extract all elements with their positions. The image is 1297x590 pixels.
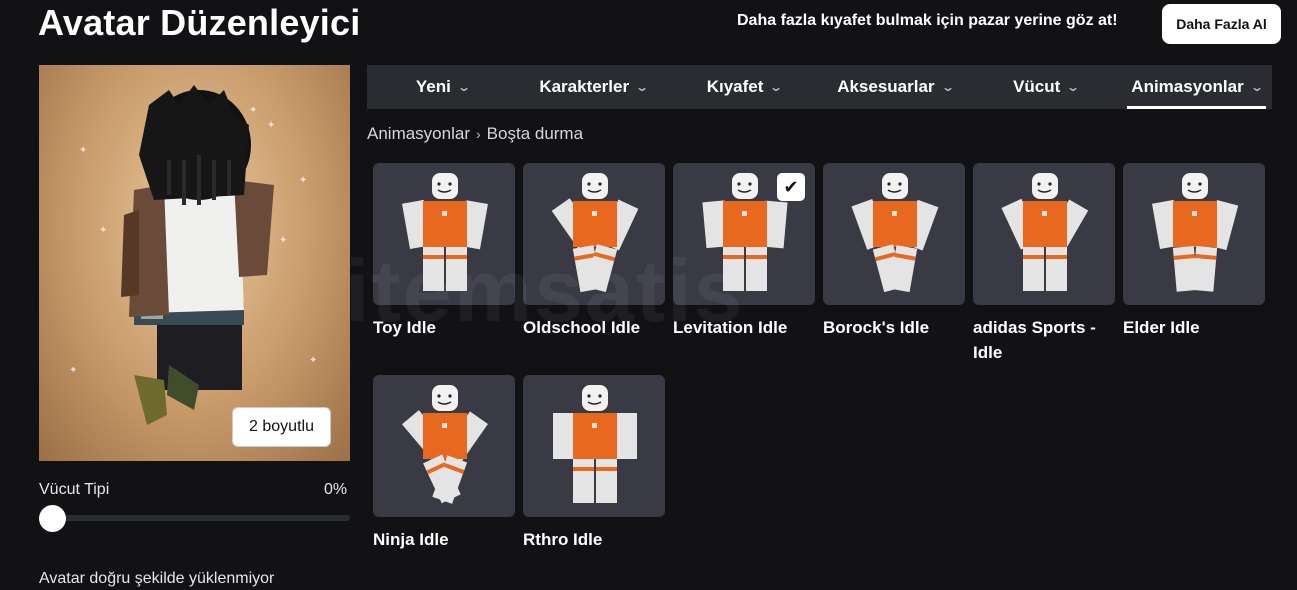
animation-item[interactable]: ✔ Levitation Idle xyxy=(673,163,815,340)
animation-item[interactable]: Ninja Idle xyxy=(373,375,515,552)
animation-item[interactable]: Oldschool Idle xyxy=(523,163,665,340)
chevron-down-icon: ⌄ xyxy=(1066,80,1081,94)
tab-label: Kıyafet xyxy=(706,77,764,96)
checkmark-icon: ✔ xyxy=(777,173,805,201)
chevron-right-icon: › xyxy=(476,126,481,142)
body-type-value: 0% xyxy=(324,481,348,498)
animation-name: Toy Idle xyxy=(373,318,436,337)
animation-thumbnail xyxy=(523,163,665,305)
breadcrumb: Animasyonlar › Boşta durma xyxy=(367,124,583,144)
animation-thumbnail xyxy=(973,163,1115,305)
breadcrumb-current: Boşta durma xyxy=(486,124,584,143)
animation-thumbnail xyxy=(373,375,515,517)
animation-figure-icon xyxy=(1001,173,1089,291)
category-tab-bar: Yeni ⌄ Karakterler ⌄ Kıyafet ⌄ Aksesuarlar ⌄… xyxy=(367,65,1272,109)
animation-name: adidas Sports - Idle xyxy=(973,318,1096,362)
tab-karakterler[interactable]: Karakterler ⌄ xyxy=(518,65,669,109)
animation-figure-icon xyxy=(553,385,637,503)
tab-label: Yeni xyxy=(415,77,451,96)
chevron-down-icon: ⌄ xyxy=(769,80,784,94)
avatar-figure xyxy=(121,85,274,425)
avatar-preview[interactable]: ✦ ✦ ✦ ✦ ✦ ✦ ✦ ✦ 2 boyutlu xyxy=(39,65,350,461)
body-type-slider-track[interactable] xyxy=(39,515,350,521)
tab-label: Vücut xyxy=(1013,77,1061,96)
tab-yeni[interactable]: Yeni ⌄ xyxy=(367,65,518,109)
animation-name: Elder Idle xyxy=(1123,318,1200,337)
buy-more-button[interactable]: Daha Fazla Al xyxy=(1162,4,1281,44)
animation-item[interactable]: adidas Sports - Idle xyxy=(973,163,1115,365)
marketplace-promo-text: Daha fazla kıyafet bulmak için pazar yer… xyxy=(737,12,1118,29)
animation-thumbnail xyxy=(523,375,665,517)
animation-name: Borock's Idle xyxy=(823,318,930,337)
animation-name: Levitation Idle xyxy=(673,318,788,337)
animation-thumbnail xyxy=(373,163,515,305)
animation-figure-icon xyxy=(851,173,939,293)
body-type-slider-thumb[interactable] xyxy=(39,505,66,532)
tab-label: Karakterler xyxy=(539,77,630,96)
tab-label: Aksesuarlar xyxy=(837,77,935,96)
animation-item[interactable]: Toy Idle xyxy=(373,163,515,340)
tab-aksesuarlar[interactable]: Aksesuarlar ⌄ xyxy=(819,65,970,109)
animation-figure-icon xyxy=(551,173,639,293)
animation-item[interactable]: Borock's Idle xyxy=(823,163,965,340)
breadcrumb-parent[interactable]: Animasyonlar xyxy=(367,124,470,144)
animation-figure-icon xyxy=(402,385,488,504)
tab-vucut[interactable]: Vücut ⌄ xyxy=(970,65,1121,109)
animation-figure-icon xyxy=(1152,173,1239,292)
animation-name: Oldschool Idle xyxy=(523,318,641,337)
animation-thumbnail xyxy=(1123,163,1265,305)
toggle-2d-button[interactable]: 2 boyutlu xyxy=(232,407,331,447)
page-title: Avatar Düzenleyici xyxy=(38,2,361,43)
animation-figure-icon xyxy=(402,173,488,291)
chevron-down-icon: ⌄ xyxy=(635,80,650,94)
tab-animasyonlar[interactable]: Animasyonlar ⌄ xyxy=(1121,65,1272,109)
animation-name: Rthro Idle xyxy=(523,530,603,549)
chevron-down-icon: ⌄ xyxy=(456,80,471,94)
animation-name: Ninja Idle xyxy=(373,530,449,549)
animation-item[interactable]: Elder Idle xyxy=(1123,163,1265,340)
avatar-loading-issue-link[interactable]: Avatar doğru şekilde yüklenmiyor xyxy=(39,570,274,588)
body-type-label: Vücut Tipi xyxy=(39,481,110,498)
tab-label: Animasyonlar xyxy=(1131,77,1244,96)
animation-thumbnail xyxy=(823,163,965,305)
animation-item[interactable]: Rthro Idle xyxy=(523,375,665,552)
chevron-down-icon: ⌄ xyxy=(940,80,955,94)
animation-thumbnail: ✔ xyxy=(673,163,815,305)
tab-kiyafet[interactable]: Kıyafet ⌄ xyxy=(669,65,820,109)
chevron-down-icon: ⌄ xyxy=(1249,80,1264,94)
